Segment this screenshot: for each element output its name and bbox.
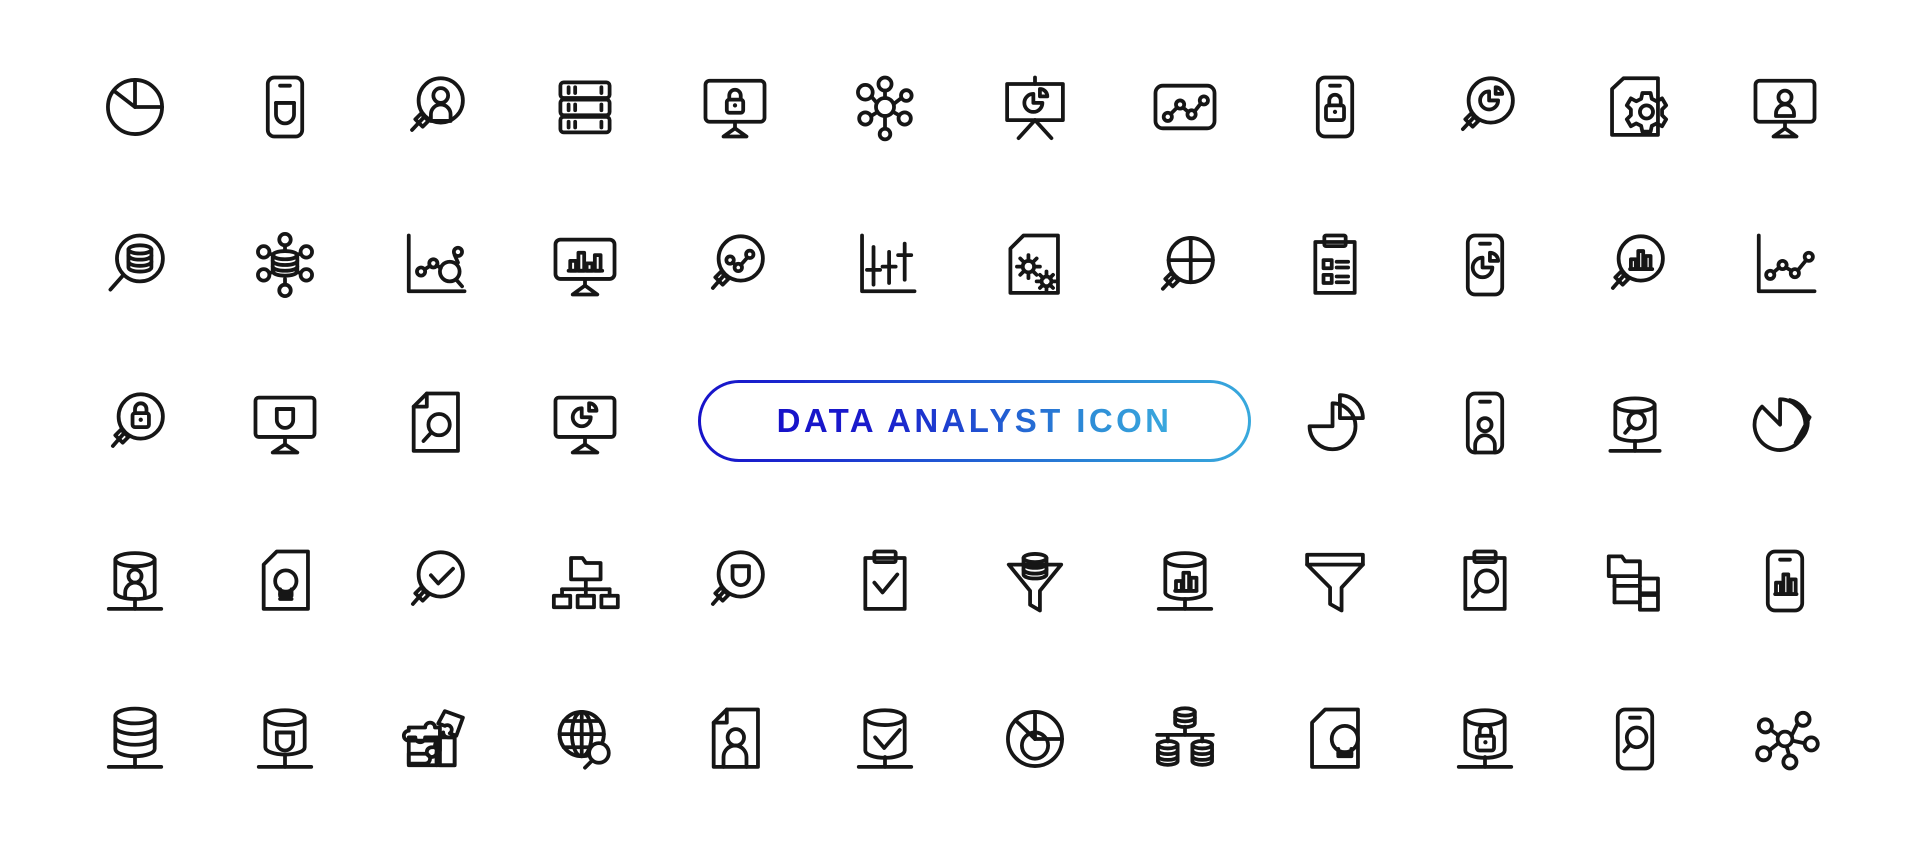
mobile-lock-icon[interactable] (1260, 28, 1410, 186)
clipboard-check-icon[interactable] (810, 502, 960, 660)
monitor-lock-icon[interactable] (660, 28, 810, 186)
network-nodes-icon[interactable] (810, 28, 960, 186)
magnifier-lock-icon[interactable] (60, 344, 210, 502)
server-rack-icon[interactable] (510, 28, 660, 186)
magnifier-pie-icon[interactable] (1410, 28, 1560, 186)
database-stack-icon[interactable] (60, 660, 210, 818)
icon-sheet: DATA ANALYST ICON (0, 0, 1920, 845)
magnifier-user-icon[interactable] (360, 28, 510, 186)
monitor-user-icon[interactable] (1710, 28, 1860, 186)
line-chart-box-icon[interactable] (1110, 28, 1260, 186)
mobile-search-icon[interactable] (1560, 660, 1710, 818)
mobile-bar-chart-icon[interactable] (1710, 502, 1860, 660)
line-graph-axes-icon[interactable] (1710, 186, 1860, 344)
monitor-bar-chart-icon[interactable] (510, 186, 660, 344)
database-bar-chart-icon[interactable] (1110, 502, 1260, 660)
database-user-icon[interactable] (60, 502, 210, 660)
magnifier-crosshair-icon[interactable] (1110, 186, 1260, 344)
document-gear-icon[interactable] (1560, 28, 1710, 186)
puzzle-pieces-icon[interactable] (360, 660, 510, 818)
folder-tree-icon[interactable] (1560, 502, 1710, 660)
box-plot-icon[interactable] (810, 186, 960, 344)
data-analyst-banner: DATA ANALYST ICON (698, 380, 1251, 462)
scatter-graph-icon[interactable] (360, 186, 510, 344)
mobile-user-icon[interactable] (1410, 344, 1560, 502)
monitor-pie-chart-icon[interactable] (510, 344, 660, 502)
document-bulb-icon[interactable] (210, 502, 360, 660)
mobile-pie-chart-icon[interactable] (1410, 186, 1560, 344)
folder-hierarchy-icon[interactable] (510, 502, 660, 660)
database-magnifier-icon[interactable] (1560, 344, 1710, 502)
funnel-database-icon[interactable] (960, 502, 1110, 660)
funnel-filter-icon[interactable] (1260, 502, 1410, 660)
database-network-icon[interactable] (210, 186, 360, 344)
database-server-icon[interactable] (210, 660, 360, 818)
database-tree-icon[interactable] (1110, 660, 1260, 818)
presentation-pie-icon[interactable] (960, 28, 1110, 186)
globe-search-icon[interactable] (510, 660, 660, 818)
magnifier-check-icon[interactable] (360, 502, 510, 660)
database-check-icon[interactable] (810, 660, 960, 818)
database-lock-icon[interactable] (1410, 660, 1560, 818)
magnifier-bar-chart-icon[interactable] (1560, 186, 1710, 344)
document-user-icon[interactable] (660, 660, 810, 818)
clipboard-list-icon[interactable] (1260, 186, 1410, 344)
pie-chart-exploded-icon[interactable] (1260, 344, 1410, 502)
clipboard-magnifier-icon[interactable] (1410, 502, 1560, 660)
magnifier-line-chart-icon[interactable] (660, 186, 810, 344)
banner-label: DATA ANALYST ICON (776, 402, 1173, 439)
magnifier-data-icon[interactable] (660, 502, 810, 660)
donut-chart-icon[interactable] (960, 660, 1110, 818)
pie-chart-icon[interactable] (60, 28, 210, 186)
molecule-nodes-icon[interactable] (1710, 660, 1860, 818)
document-gears-icon[interactable] (960, 186, 1110, 344)
pie-chart-split-icon[interactable] (1710, 344, 1860, 502)
mobile-database-icon[interactable] (210, 28, 360, 186)
document-idea-icon[interactable] (1260, 660, 1410, 818)
magnifier-database-icon[interactable] (60, 186, 210, 344)
document-magnifier-icon[interactable] (360, 344, 510, 502)
monitor-database-icon[interactable] (210, 344, 360, 502)
